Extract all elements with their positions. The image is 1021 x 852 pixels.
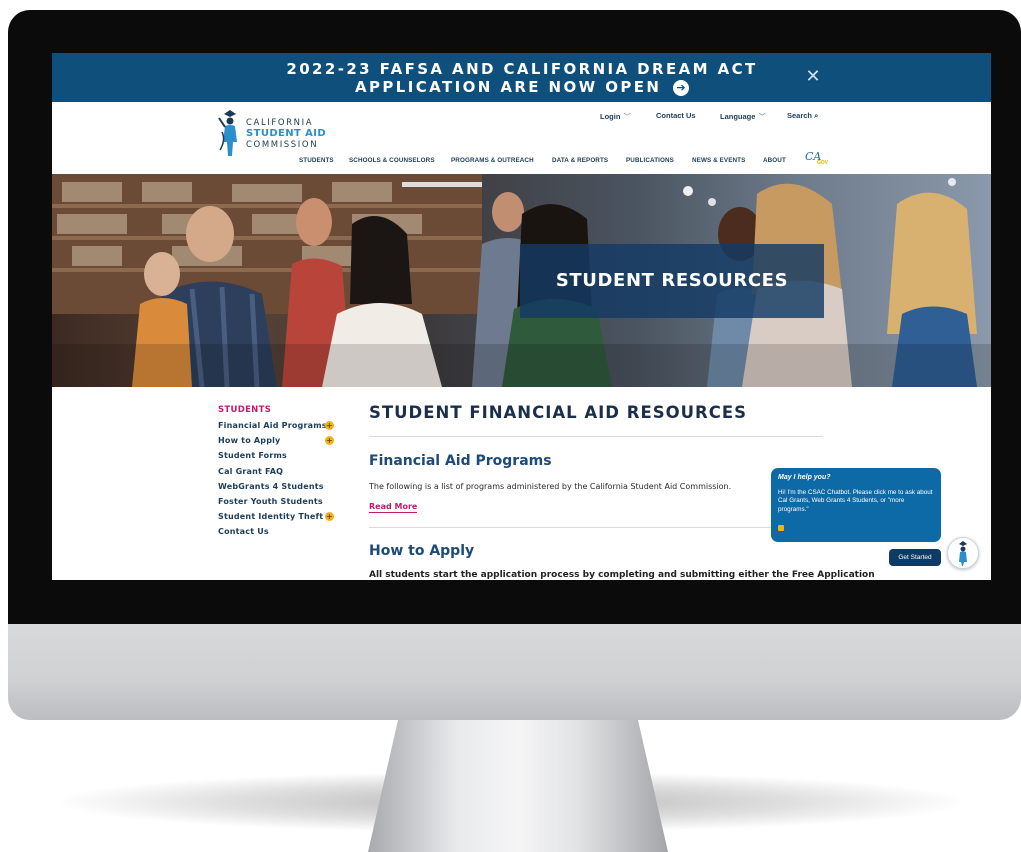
section-body-financial-aid-programs: The following is a list of programs admi…: [369, 482, 732, 491]
monitor-stand: [368, 720, 668, 852]
plus-icon[interactable]: +: [325, 512, 334, 522]
login-label[interactable]: Login: [600, 112, 620, 121]
main-nav: STUDENTS SCHOOLS & COUNSELORS PROGRAMS &…: [52, 157, 991, 169]
browser-screen: 2022-23 FAFSA AND CALIFORNIA DREAM ACT A…: [52, 53, 991, 580]
sidebar-item-label[interactable]: Student Identity Theft: [218, 512, 323, 521]
sidebar-heading[interactable]: STUDENTS: [218, 405, 343, 415]
chatbot-message: Hi! I'm the CSAC Chatbot. Please click m…: [778, 489, 933, 513]
sidebar-item-label[interactable]: Cal Grant FAQ: [218, 467, 283, 476]
sidebar-item-label[interactable]: Student Forms: [218, 451, 287, 460]
ca-gov-logo[interactable]: CA GOV: [805, 150, 831, 170]
graduate-figure-icon: [959, 541, 967, 566]
sidebar-item-identity-theft[interactable]: Student Identity Theft +: [218, 512, 343, 527]
logo-line-commission: COMMISSION: [246, 140, 319, 150]
chevron-down-icon: ﹀: [758, 112, 766, 121]
read-more-link[interactable]: Read More: [369, 502, 418, 513]
search-link[interactable]: Search ⌕: [787, 111, 818, 121]
divider: [369, 436, 823, 437]
sidebar-item-contact-us[interactable]: Contact Us: [218, 527, 343, 542]
sidebar-item-webgrants[interactable]: WebGrants 4 Students: [218, 482, 343, 497]
language-label[interactable]: Language: [720, 112, 755, 121]
sidebar-item-financial-aid-programs[interactable]: Financial Aid Programs +: [218, 421, 343, 436]
nav-publications[interactable]: PUBLICATIONS: [626, 157, 674, 164]
sidebar-item-label[interactable]: How to Apply: [218, 436, 280, 445]
sidebar-item-label[interactable]: WebGrants 4 Students: [218, 482, 324, 491]
sidebar-item-label[interactable]: Financial Aid Programs: [218, 421, 327, 430]
plus-icon[interactable]: +: [325, 421, 334, 430]
logo-line-student-aid: STUDENT AID: [246, 128, 327, 139]
nav-programs-outreach[interactable]: PROGRAMS & OUTREACH: [451, 157, 534, 164]
site-header: CALIFORNIA STUDENT AID COMMISSION Login ﹀…: [52, 102, 991, 174]
nav-data-reports[interactable]: DATA & REPORTS: [552, 157, 608, 164]
hero-title-box: STUDENT RESOURCES: [520, 244, 824, 318]
page-title: STUDENT FINANCIAL AID RESOURCES: [369, 403, 747, 422]
monitor-chin: [8, 622, 1021, 720]
nav-about[interactable]: ABOUT: [763, 157, 786, 164]
sidebar-item-student-forms[interactable]: Student Forms: [218, 451, 343, 466]
nav-news-events[interactable]: NEWS & EVENTS: [692, 157, 745, 164]
section-title-how-to-apply: How to Apply: [369, 543, 475, 559]
sidebar-nav: STUDENTS Financial Aid Programs + How to …: [218, 405, 343, 543]
section-title-financial-aid-programs: Financial Aid Programs: [369, 453, 552, 469]
contact-us-link[interactable]: Contact Us: [656, 111, 696, 120]
get-started-button[interactable]: Get Started: [889, 549, 941, 566]
search-label[interactable]: Search: [787, 111, 812, 120]
sidebar-item-cal-grant-faq[interactable]: Cal Grant FAQ: [218, 467, 343, 482]
section-body-how-to-apply: All students start the application proce…: [369, 570, 875, 580]
chevron-right-circle-icon[interactable]: ➔: [673, 79, 689, 96]
plus-icon[interactable]: +: [325, 436, 334, 446]
hero-title: STUDENT RESOURCES: [555, 270, 789, 291]
ca-gov-small: GOV: [817, 160, 829, 166]
language-selector[interactable]: Language ﹀: [720, 111, 766, 122]
chatbot-avatar[interactable]: [947, 537, 979, 569]
sidebar-item-label[interactable]: Contact Us: [218, 527, 269, 536]
utility-nav: Login ﹀ Contact Us Language ﹀ Search ⌕: [52, 111, 991, 125]
hero-banner: STUDENT RESOURCES: [52, 174, 991, 387]
sidebar-item-foster-youth[interactable]: Foster Youth Students: [218, 497, 343, 512]
alert-banner-text[interactable]: 2022-23 FAFSA AND CALIFORNIA DREAM ACT A…: [222, 60, 822, 96]
main-content: STUDENT FINANCIAL AID RESOURCES Financia…: [369, 403, 875, 580]
sidebar-item-label[interactable]: Foster Youth Students: [218, 497, 323, 506]
chatbot-bubble[interactable]: May I help you? Hi! I'm the CSAC Chatbot…: [771, 468, 941, 542]
close-icon[interactable]: ✕: [804, 66, 822, 86]
nav-schools-counselors[interactable]: SCHOOLS & COUNSELORS: [349, 157, 435, 164]
nav-students[interactable]: STUDENTS: [299, 157, 334, 164]
chatbot-title: May I help you?: [778, 474, 831, 481]
search-icon[interactable]: ⌕: [814, 111, 818, 120]
alert-banner[interactable]: 2022-23 FAFSA AND CALIFORNIA DREAM ACT A…: [52, 53, 991, 102]
login-link[interactable]: Login ﹀: [600, 111, 631, 122]
chevron-down-icon: ﹀: [623, 112, 631, 121]
sidebar-item-how-to-apply[interactable]: How to Apply +: [218, 436, 343, 451]
divider: [369, 527, 823, 528]
pointer-emoji-icon: [778, 525, 784, 531]
